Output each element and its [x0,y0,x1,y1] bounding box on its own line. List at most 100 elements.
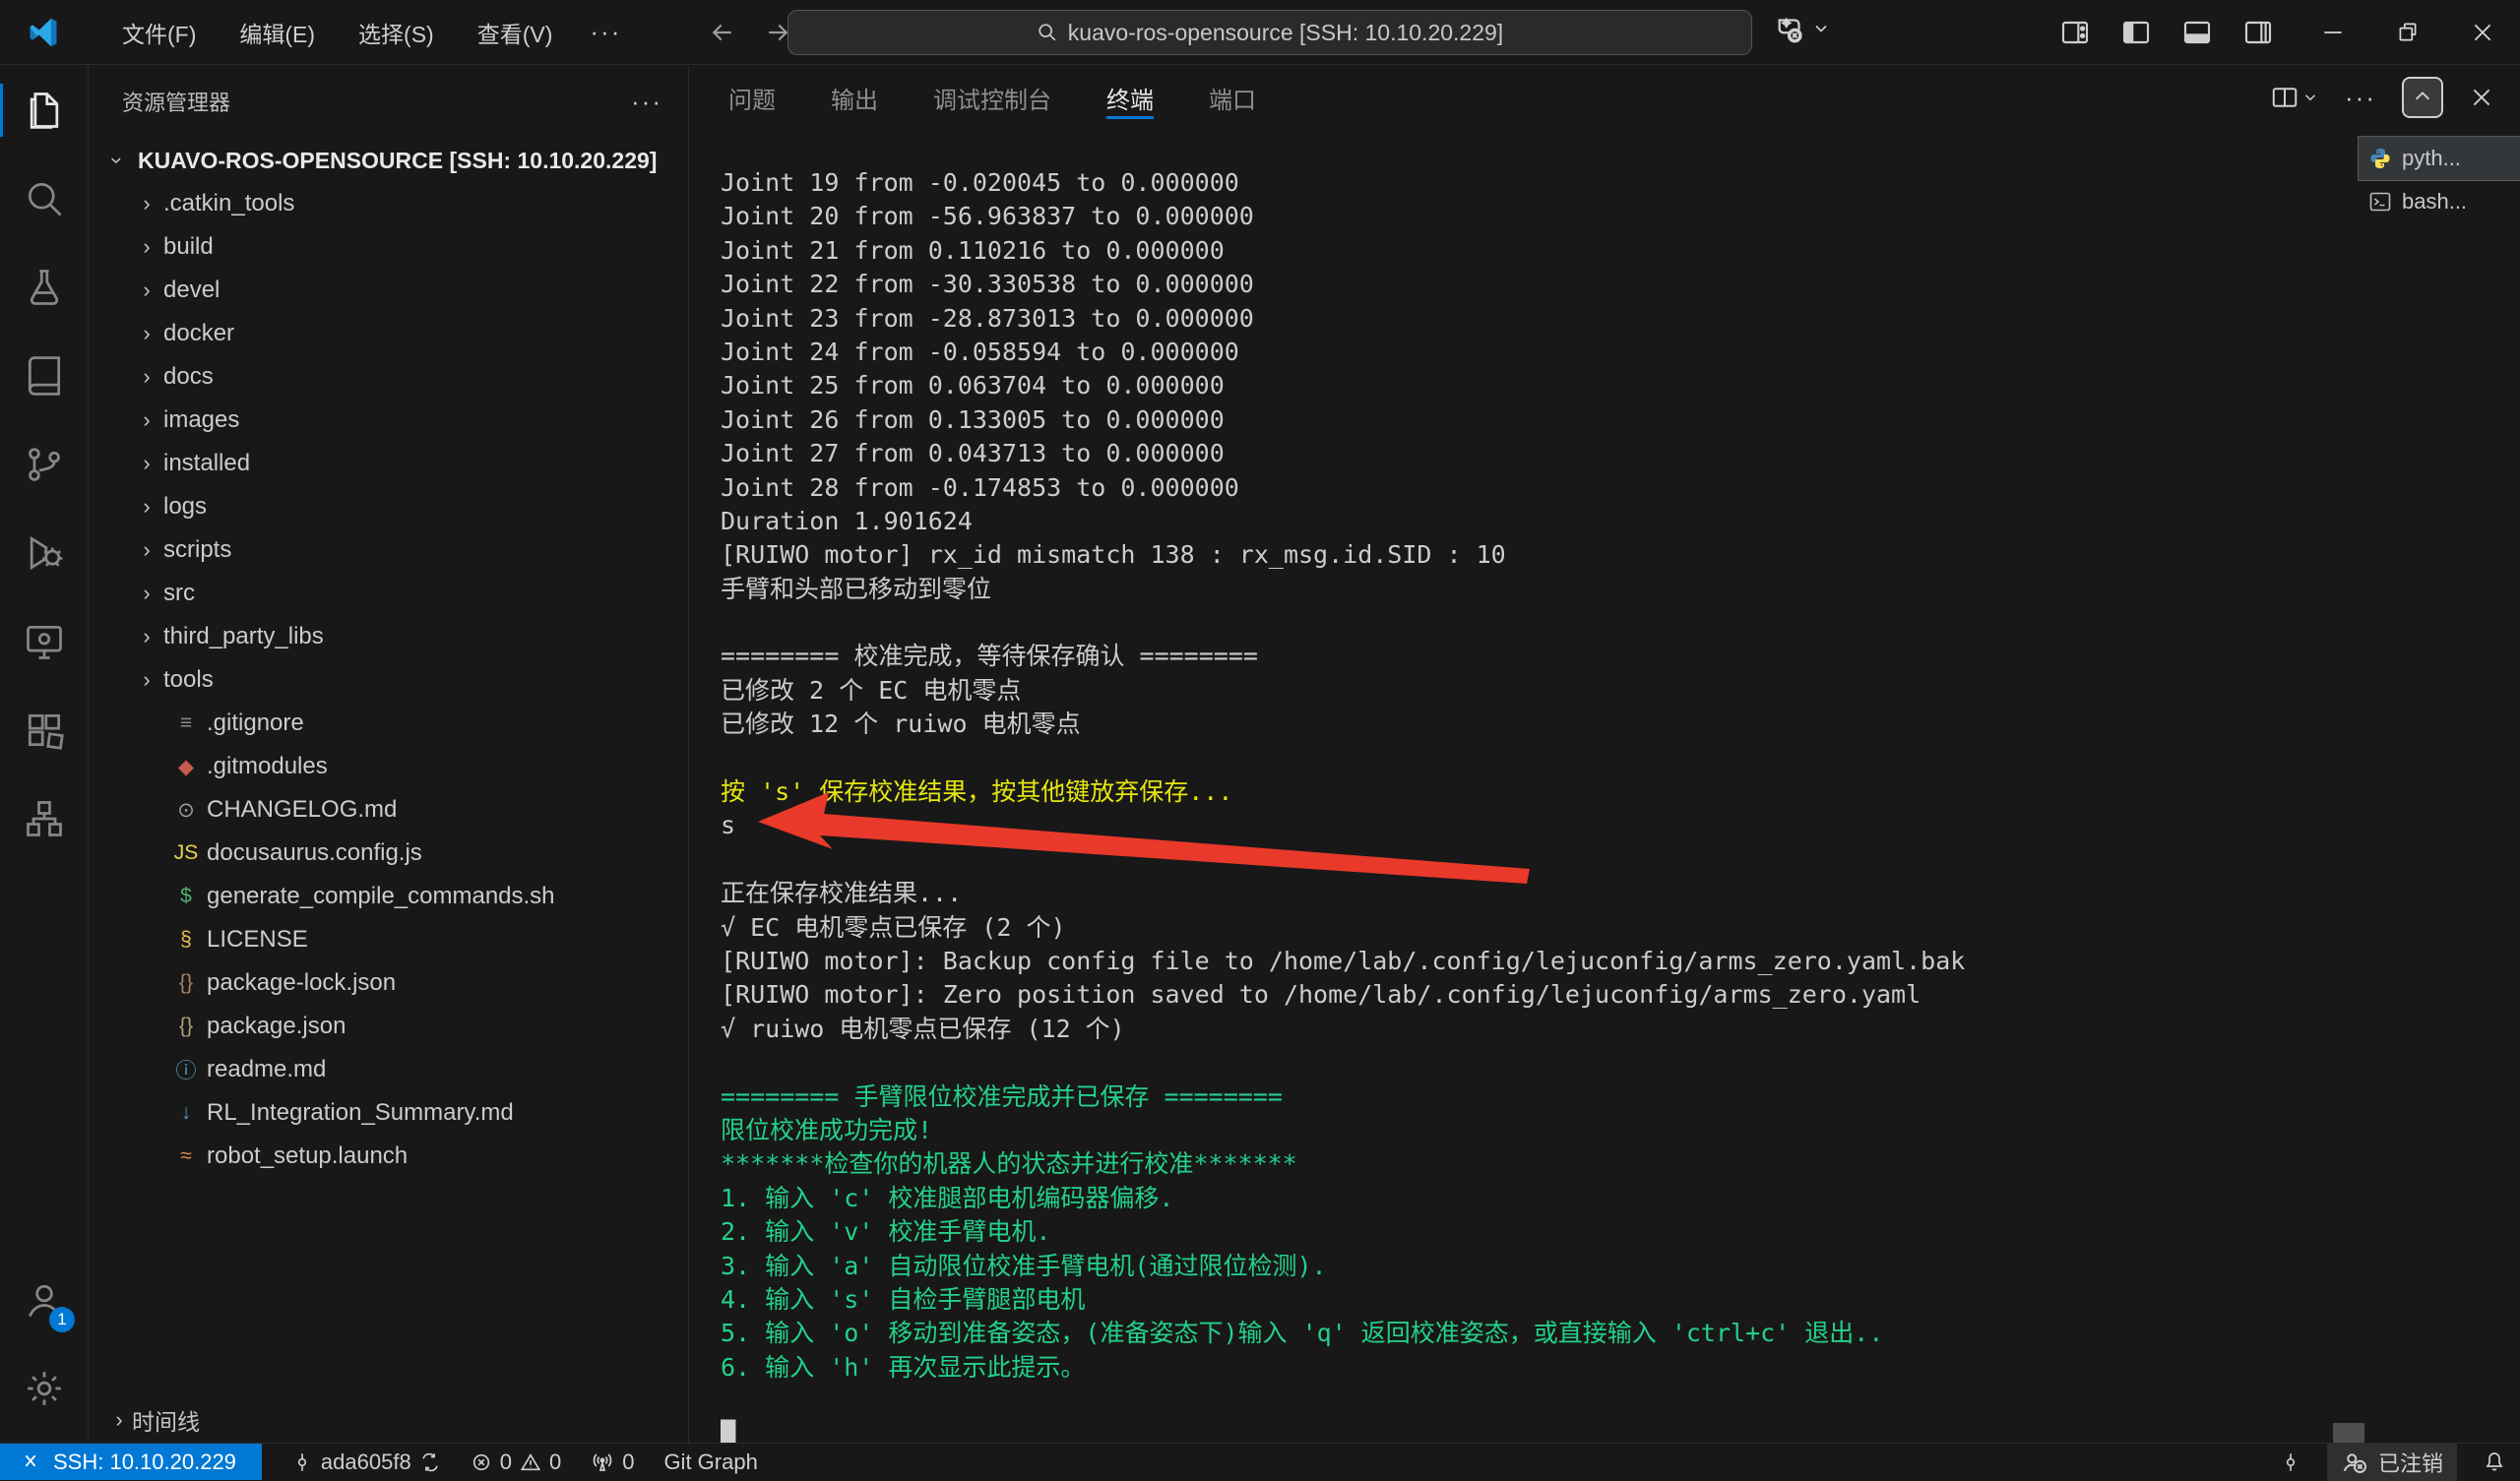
explorer-more-actions-icon[interactable]: ··· [631,87,662,117]
broadcast-count: 0 [622,1450,634,1475]
folder-name: installed [163,450,250,477]
tree-folder-row[interactable]: › third_party_libs [89,615,688,658]
terminal-line: Joint 28 from -0.174853 to 0.000000 [721,471,2353,505]
tree-folder-row[interactable]: › logs [89,485,688,528]
terminal-output[interactable]: Joint 19 from -0.020045 to 0.000000 Joint… [721,166,2353,1443]
signed-out-label: 已注销 [2378,1447,2443,1478]
remote-explorer-icon[interactable] [0,597,89,686]
chevron-right-icon: › [134,234,159,260]
port-icon[interactable] [2280,1451,2301,1473]
tree-file-row[interactable]: ◆ .gitmodules [89,745,688,788]
terminal-line: [RUIWO motor]: Zero position saved to /h… [721,978,2353,1012]
search-text: kuavo-ros-opensource [SSH: 10.10.20.229] [1068,20,1503,46]
remote-label: SSH: 10.10.20.229 [53,1450,236,1475]
panel-tab[interactable]: 调试控制台 [933,66,1051,129]
chevron-down-icon: › [104,148,130,173]
minimize-icon[interactable] [2296,0,2370,65]
bash-icon [2368,190,2392,214]
tree-folder-row[interactable]: › docs [89,355,688,399]
chevron-right-icon: › [134,581,159,606]
maximize-panel-icon[interactable] [2402,77,2443,118]
sync-icon [419,1451,441,1473]
terminal-line: 按 's' 保存校准结果，按其他键放弃保存... [721,775,2353,809]
terminal-list-item-python[interactable]: pyth... [2359,137,2520,180]
tree-folder-row[interactable]: › scripts [89,528,688,572]
close-icon[interactable] [2445,0,2520,65]
close-panel-icon[interactable] [2469,85,2494,110]
tree-folder-row[interactable]: › installed [89,442,688,485]
back-arrow-icon[interactable] [708,18,737,47]
account-icon[interactable]: 1 [0,1256,89,1344]
copilot-icon [1774,12,1807,45]
terminal-line: Joint 19 from -0.020045 to 0.000000 [721,166,2353,200]
menu-item[interactable]: 编辑(E) [218,8,337,57]
panel-tab[interactable]: 问题 [728,66,776,129]
file-name: robot_setup.launch [207,1142,408,1170]
book-icon[interactable] [0,332,89,420]
copilot-signedout-item[interactable]: 已注销 [2327,1444,2457,1481]
restore-icon[interactable] [2370,0,2445,65]
tree-folder-row[interactable]: › devel [89,269,688,312]
warning-icon [520,1451,541,1473]
terminal-line: 5. 输入 'o' 移动到准备姿态，(准备姿态下)输入 'q' 返回校准姿态，或… [721,1317,2353,1350]
source-control-icon[interactable] [0,420,89,509]
timeline-section[interactable]: › 时间线 [89,1397,688,1443]
terminal-line: 限位校准成功完成! [721,1114,2353,1147]
git-graph-status-item[interactable]: Git Graph [663,1450,757,1475]
panel-tab[interactable]: 端口 [1209,66,1256,129]
tree-file-row[interactable]: § LICENSE [89,918,688,961]
chevron-right-icon: › [134,624,159,649]
search-icon[interactable] [0,154,89,243]
tree-folder-row[interactable]: › docker [89,312,688,355]
tree-file-row[interactable]: ⊙ CHANGELOG.md [89,788,688,832]
branch-status-item[interactable]: ada605f8 [291,1450,441,1475]
terminal-label: pyth... [2402,146,2461,171]
terminal-line: 1. 输入 'c' 校准腿部电机编码器偏移. [721,1182,2353,1215]
tree-file-row[interactable]: $ generate_compile_commands.sh [89,875,688,918]
tree-folder-row[interactable]: › src [89,572,688,615]
run-debug-icon[interactable] [0,509,89,597]
tree-file-row[interactable]: ≡ .gitignore [89,702,688,745]
tree-file-row[interactable]: ⓘ readme.md [89,1048,688,1091]
flask-icon[interactable] [0,243,89,332]
tree-folder-row[interactable]: › .catkin_tools [89,182,688,225]
file-type-icon: ◆ [171,755,201,779]
menu-item[interactable]: 查看(V) [456,8,575,57]
copilot-menu[interactable] [1774,12,1831,45]
terminal-list-item-bash[interactable]: bash... [2359,180,2520,223]
containers-icon[interactable] [0,774,89,863]
terminal-line: Joint 27 from 0.043713 to 0.000000 [721,437,2353,470]
tree-folder-row[interactable]: › tools [89,658,688,702]
menu-item[interactable]: 文件(F) [100,8,218,57]
tree-folder-row[interactable]: › build [89,225,688,269]
toggle-secondary-sidebar-icon[interactable] [2242,17,2274,48]
customize-layout-icon[interactable] [2059,17,2091,48]
panel-tab[interactable]: 终端 [1106,66,1154,129]
bell-icon[interactable] [2483,1450,2506,1474]
toggle-panel-icon[interactable] [2181,17,2213,48]
remote-indicator[interactable]: SSH: 10.10.20.229 [0,1444,262,1480]
more-actions-icon[interactable]: ··· [2345,83,2376,113]
explorer-icon[interactable] [0,66,89,154]
tree-file-row[interactable]: {} package.json [89,1005,688,1048]
menu-item[interactable]: 选择(S) [337,8,456,57]
terminal-tabs-list: pyth... bash... [2359,137,2520,223]
settings-gear-icon[interactable] [0,1344,89,1433]
tree-root-row[interactable]: › KUAVO-ROS-OPENSOURCE [SSH: 10.10.20.22… [89,139,688,182]
extensions-icon[interactable] [0,686,89,774]
tree-file-row[interactable]: {} package-lock.json [89,961,688,1005]
split-terminal-button[interactable] [2270,83,2319,112]
tree-file-row[interactable]: ≈ robot_setup.launch [89,1135,688,1178]
tree-file-row[interactable]: ↓ RL_Integration_Summary.md [89,1091,688,1135]
broadcast-status-item[interactable]: 0 [591,1450,634,1475]
scrollbar-thumb[interactable] [2333,1423,2364,1443]
command-center-search[interactable]: kuavo-ros-opensource [SSH: 10.10.20.229] [788,10,1752,55]
tree-folder-row[interactable]: › images [89,399,688,442]
problems-status-item[interactable]: 0 0 [471,1450,562,1475]
menu-more-button[interactable]: ··· [574,17,637,47]
terminal-line: 已修改 2 个 EC 电机零点 [721,674,2353,708]
panel-tab[interactable]: 输出 [831,66,878,129]
tree-file-row[interactable]: JS docusaurus.config.js [89,832,688,875]
toggle-sidebar-icon[interactable] [2120,17,2152,48]
terminal-line: √ ruiwo 电机零点已保存 (12 个) [721,1013,2353,1046]
